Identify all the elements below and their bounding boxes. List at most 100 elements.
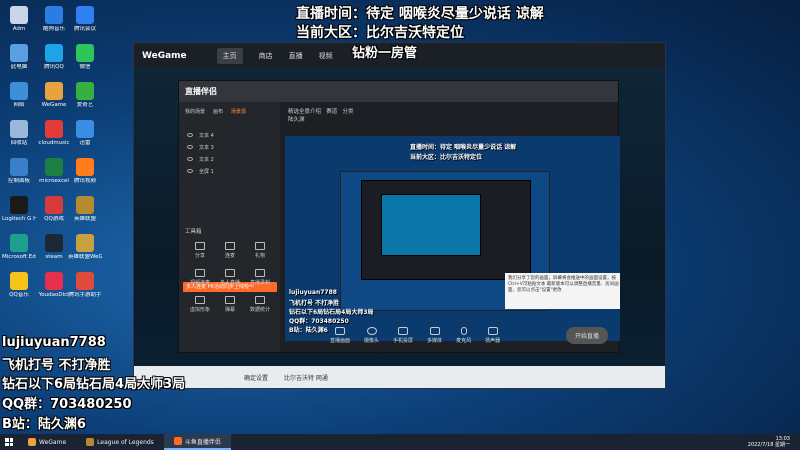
windows-icon	[5, 438, 13, 446]
tool-item[interactable]: 虚拟形象	[185, 296, 215, 313]
list-item[interactable]: 文本 3	[179, 141, 280, 153]
desktop-icon[interactable]: cloudmusic	[37, 120, 71, 146]
desktop-icon[interactable]: YoudaoDict	[37, 272, 71, 298]
app-icon	[45, 158, 63, 176]
tool-label: 分享	[194, 253, 205, 259]
monitor-icon	[335, 326, 345, 335]
camera-button[interactable]: 摄像头	[364, 326, 379, 344]
tool-item[interactable]: 多人直播	[215, 269, 245, 286]
taskbar-item-assistant[interactable]: 斗鱼直播伴侣	[163, 434, 231, 450]
desktop-icon[interactable]: microexcel	[37, 158, 71, 184]
tool-icon	[255, 296, 265, 304]
tab-home[interactable]: 主页	[216, 47, 243, 64]
tool-item[interactable]: 连麦	[215, 242, 245, 259]
speaker-button[interactable]: 扬声器	[485, 326, 500, 344]
desktop-icon[interactable]: 腾讯手游助手	[68, 272, 102, 298]
list-item[interactable]: 文本 4	[179, 129, 280, 141]
stream-title-label[interactable]: 精选全景介绍	[288, 109, 321, 115]
tool-item[interactable]: 直播录制	[245, 269, 275, 286]
desktop-icon[interactable]: 腾讯会议	[68, 6, 102, 32]
list-item[interactable]: 全屏 1	[179, 165, 280, 177]
tool-icon	[255, 269, 265, 277]
desktop-icon[interactable]: 爱奇艺	[68, 82, 102, 108]
classify-label[interactable]: 分类	[343, 109, 354, 115]
tab-my-scenes[interactable]: 我的场景	[185, 108, 205, 115]
desktop-icon[interactable]: WeGame	[37, 82, 71, 108]
desktop-icon[interactable]: Logitech G HUB	[2, 196, 36, 222]
microphone-icon	[460, 326, 467, 335]
streamer-name: 陆久渊	[288, 117, 305, 123]
desktop-icon[interactable]: QQ游戏	[37, 196, 71, 222]
desktop-icon-label: 网络	[13, 102, 25, 108]
settings-button[interactable]: 确定设置	[244, 373, 268, 382]
app-icon	[10, 44, 28, 62]
lol-icon	[86, 438, 95, 446]
app-icon	[76, 120, 94, 138]
eye-icon[interactable]	[187, 145, 193, 149]
screen-capture-button[interactable]: 直播画面	[330, 326, 350, 344]
desktop-icon[interactable]: 酷狗音乐	[37, 6, 71, 32]
server-status: 比尔吉沃特 网通	[284, 374, 328, 382]
tab-canvas[interactable]: 画布	[213, 108, 223, 115]
tab-store[interactable]: 商店	[259, 51, 273, 61]
desktop-icon[interactable]: 网络	[2, 82, 36, 108]
eye-icon[interactable]	[187, 133, 193, 137]
toolbox-grid: 分享 连麦 礼物视频连麦 多人直播 直播录制虚拟形象 弹幕 数据统计	[185, 242, 275, 313]
tab-live[interactable]: 直播	[289, 51, 303, 61]
tool-label: 弹幕	[224, 307, 235, 313]
speaker-icon	[487, 326, 498, 335]
desktop-icon[interactable]: 迅雷	[68, 120, 102, 146]
eye-icon[interactable]	[187, 169, 193, 173]
app-icon	[76, 158, 94, 176]
desktop-icon[interactable]: 腾讯视频	[68, 158, 102, 184]
overlay-room-admin: 钻粉一房管	[352, 46, 418, 61]
start-button[interactable]	[0, 434, 18, 450]
desktop-icon[interactable]: Microsoft Edge	[2, 234, 36, 260]
desktop-icon[interactable]: 英雄联盟WeGame版	[68, 234, 102, 260]
toolbox-title: 工具箱	[185, 229, 202, 235]
desktop-icon[interactable]: 此电脑	[2, 44, 36, 70]
app-icon	[10, 234, 28, 252]
category-label[interactable]: 赛道	[326, 109, 337, 115]
overlay-bottom-line4: QQ群：703480250	[2, 397, 132, 412]
media-button[interactable]: 多媒体	[427, 326, 442, 344]
assistant-main: 精选全景介绍 赛道 分类 陆久渊 直播时间：待定 咽喉炎尽量少说话 谅解 当前大…	[280, 102, 620, 352]
phone-cast-button[interactable]: 手机投屏	[393, 326, 413, 344]
desktop-icon[interactable]: QQ音乐	[2, 272, 36, 298]
preview-bottom-line1: lujiuyuan7788	[289, 289, 337, 296]
list-item[interactable]: 文本 2	[179, 153, 280, 165]
desktop-icon-label: 控制面板	[7, 178, 30, 184]
tool-item[interactable]: 分享	[185, 242, 215, 259]
desktop-icon[interactable]: Adm	[2, 6, 36, 32]
tool-item[interactable]: 视频连麦	[185, 269, 215, 286]
desktop-icon[interactable]: 英雄联盟	[68, 196, 102, 222]
tool-item[interactable]: 礼物	[245, 242, 275, 259]
system-clock[interactable]: 13:03 2022/7/18 星期一	[748, 436, 790, 448]
app-icon	[10, 120, 28, 138]
tool-item[interactable]: 弹幕	[215, 296, 245, 313]
tab-scene-sources[interactable]: 场景源	[231, 108, 246, 115]
desktop-icon-label: 腾讯QQ	[44, 64, 64, 70]
tab-video[interactable]: 视频	[319, 51, 333, 61]
app-icon	[45, 120, 63, 138]
app-icon	[76, 272, 94, 290]
taskbar-item-wegame[interactable]: WeGame	[18, 434, 76, 450]
desktop-icon[interactable]: 控制面板	[2, 158, 36, 184]
stream-preview: 直播时间：待定 咽喉炎尽量少说话 谅解 当前大区：比尔吉沃特定位 我们分享了您的…	[285, 136, 620, 341]
clock-date: 2022/7/18 星期一	[747, 442, 790, 448]
desktop-icon-label: QQ音乐	[9, 292, 29, 298]
desktop-icon-label: Microsoft Edge	[2, 254, 36, 260]
desktop-icon[interactable]: steam	[37, 234, 71, 260]
desktop-icon[interactable]: 微信	[68, 44, 102, 70]
desktop-icon[interactable]: 腾讯QQ	[37, 44, 71, 70]
tool-item[interactable]: 数据统计	[245, 296, 275, 313]
assistant-titlebar: 直播伴侣	[179, 81, 618, 102]
desktop-icon[interactable]: 回收站	[2, 120, 36, 146]
microphone-button[interactable]: 麦克风	[456, 326, 471, 344]
taskbar-item-lol[interactable]: League of Legends	[76, 434, 164, 450]
app-icon	[76, 6, 94, 24]
assistant-sidebar: 我的场景 画布 场景源 文本 4 文本 3 文本 2 全屏 1 工具箱 多人连麦…	[179, 102, 280, 352]
start-stream-button[interactable]: 开始直播	[565, 326, 608, 344]
tool-icon	[255, 242, 265, 250]
eye-icon[interactable]	[187, 157, 193, 161]
